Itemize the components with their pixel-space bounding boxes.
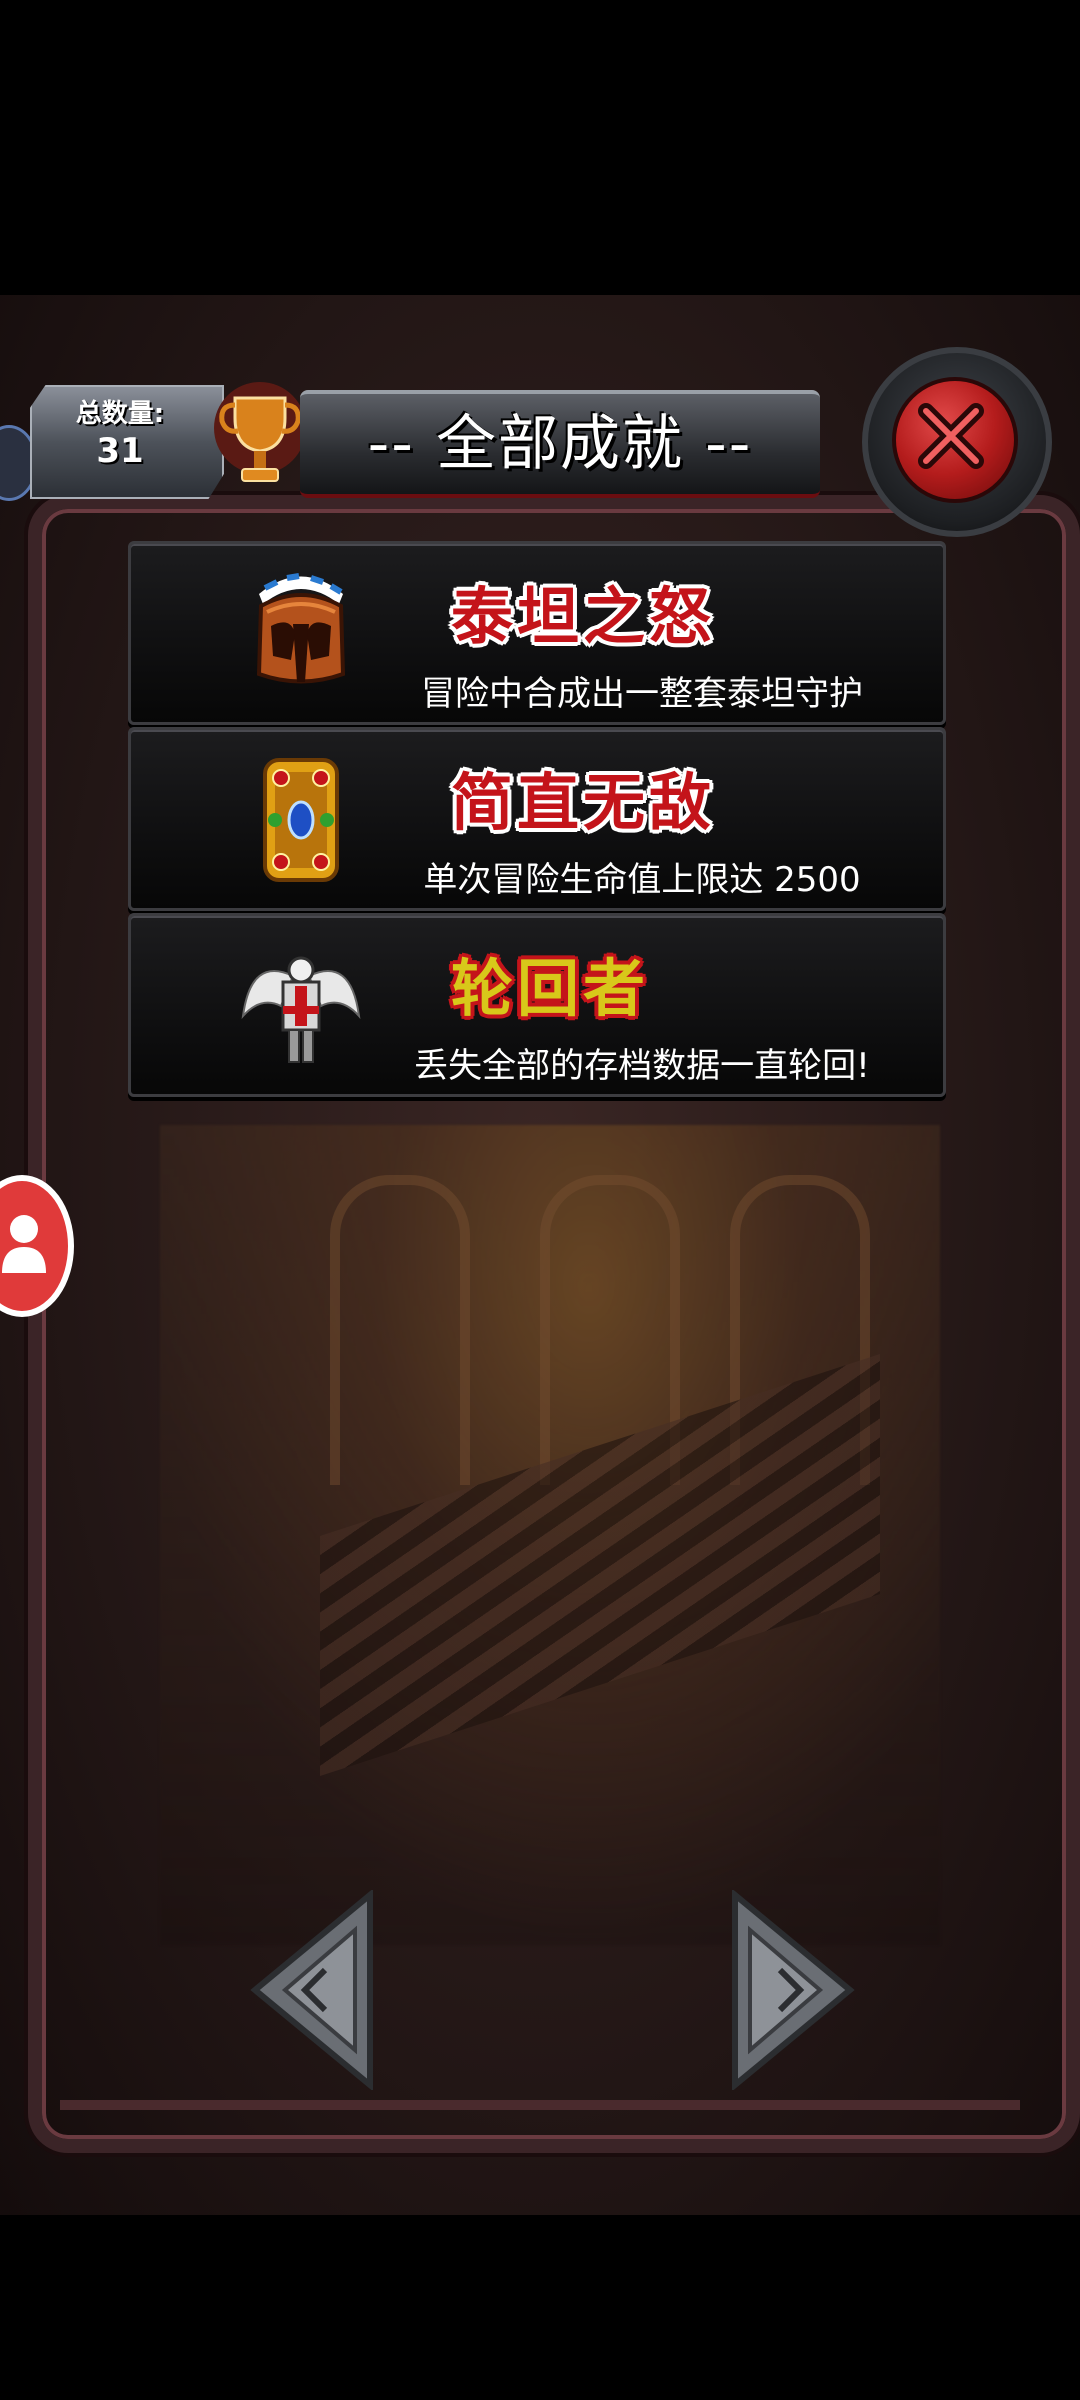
achievement-title: 轮回者 [451,952,650,1025]
trophy-icon [214,382,306,482]
next-page-arrow-icon[interactable] [720,1890,860,2090]
close-icon[interactable] [912,397,990,475]
page-title: -- 全部成就 -- [367,409,753,479]
achievement-description: 冒险中合成出一整套泰坦守护 [421,674,863,714]
total-count-label: 总数量: [75,399,165,429]
achievement-card[interactable]: 轮回者 丢失全部的存档数据一直轮回! [128,913,946,1097]
panel-frame-bottom [60,2100,1020,2150]
achievement-title: 简直无敌 [451,766,716,839]
achievement-description: 丢失全部的存档数据一直轮回! [414,1046,870,1086]
user-icon [2,1215,46,1273]
achievement-card[interactable]: 泰坦之怒 冒险中合成出一整套泰坦守护 [128,541,946,725]
achievement-title: 泰坦之怒 [451,580,716,653]
total-count-value: 31 [96,431,144,471]
achievement-description: 单次冒险生命值上限达 2500 [423,860,861,900]
achievement-card[interactable]: 简直无敌 单次冒险生命值上限达 2500 [128,727,946,911]
game-screen: 总数量: 31 -- 全部成就 -- 泰坦之怒 冒险中合成出一整套泰坦守护 简直… [0,295,1080,2215]
previous-page-arrow-icon[interactable] [245,1890,385,2090]
